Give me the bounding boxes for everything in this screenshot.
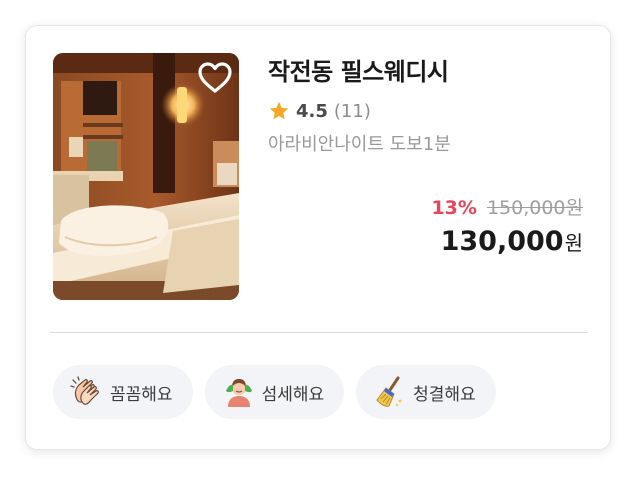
final-price: 130,000	[440, 226, 564, 257]
original-price: 150,000원	[486, 197, 583, 219]
divider	[50, 332, 588, 333]
price-unit: 원	[564, 231, 583, 255]
clapping-hands-icon	[70, 376, 99, 405]
rating-value: 4.5	[296, 100, 328, 122]
broom-icon	[376, 376, 402, 407]
product-title: 작전동 필스웨디시	[268, 58, 449, 86]
final-price-row: 130,000원	[431, 224, 583, 263]
review-count: (11)	[333, 100, 371, 122]
tag-delicate[interactable]: 섬세해요	[204, 365, 345, 419]
product-info: 작전동 필스웨디시 4.5 (11) 아라비안나이트 도보1분	[268, 56, 586, 158]
tag-thorough[interactable]: 꼼꼼해요	[53, 365, 193, 419]
rating-row: 4.5 (11)	[268, 98, 586, 124]
favorite-heart-icon[interactable]	[197, 61, 233, 95]
product-thumbnail[interactable]	[53, 53, 239, 300]
tag-clean[interactable]: 청결해요	[356, 365, 496, 419]
location-text: 아라비안나이트 도보1분	[268, 134, 451, 155]
review-tags: 꼼꼼해요 섬세해요 청결해요	[53, 365, 508, 419]
star-icon	[269, 101, 289, 120]
discount-rate: 13%	[431, 197, 477, 219]
product-card[interactable]: 작전동 필스웨디시 4.5 (11) 아라비안나이트 도보1분 13% 150,…	[25, 25, 611, 450]
tag-label: 섬세해요	[261, 384, 325, 405]
discount-row: 13% 150,000원	[431, 194, 583, 222]
tag-label: 꼼꼼해요	[110, 384, 173, 405]
tag-label: 청결해요	[413, 384, 476, 405]
price-block: 13% 150,000원 130,000원	[431, 194, 583, 263]
massage-person-icon	[225, 379, 252, 407]
